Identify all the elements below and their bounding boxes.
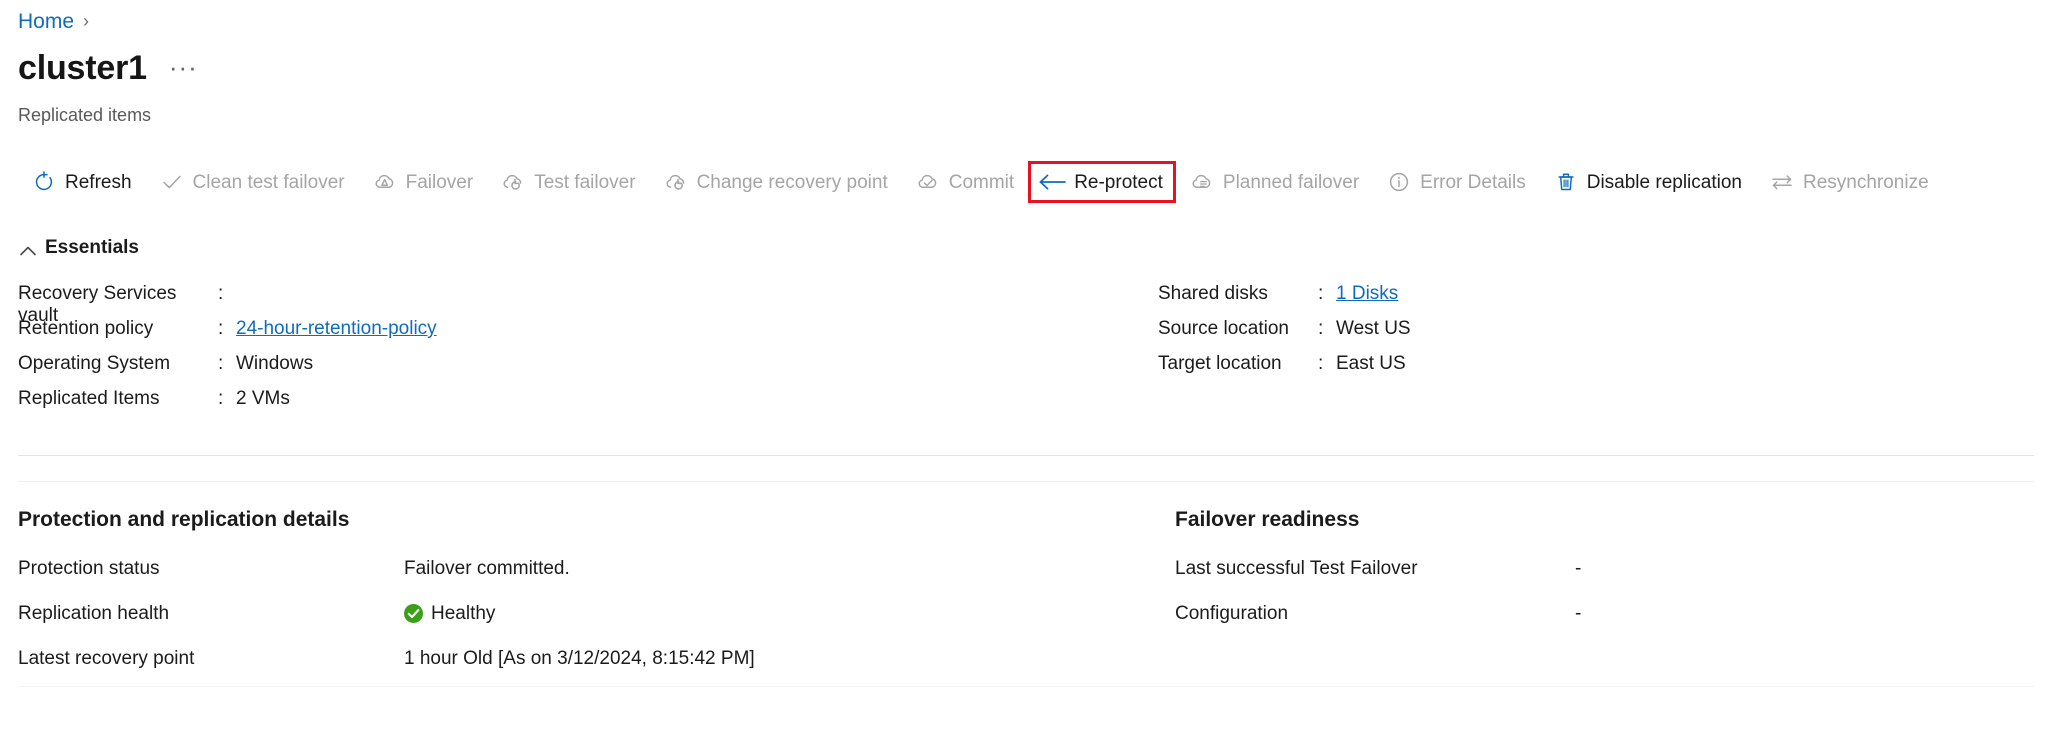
essentials-column-right: Shared disks:1 Disks Source location: West…: [1158, 283, 1411, 423]
essentials-colon: :: [218, 318, 224, 339]
detail-row: Protection status Failover committed.: [18, 546, 1158, 591]
detail-value: -: [1575, 557, 1582, 579]
detail-key: Last successful Test Failover: [1175, 557, 1418, 579]
essentials-value: Windows: [236, 353, 314, 374]
essentials-value: 2 VMs: [236, 388, 290, 409]
cloud-refresh-icon: [501, 170, 525, 194]
essentials-key: Source location: [1158, 318, 1289, 339]
command-error-details: Error Details: [1373, 161, 1540, 203]
detail-key: Configuration: [1175, 602, 1289, 624]
essentials-value-link[interactable]: 24-hour-retention-policy: [236, 318, 437, 340]
info-icon: [1387, 170, 1411, 194]
essentials-toggle[interactable]: Essentials: [20, 237, 139, 259]
essentials-row: Replicated Items:2 VMs: [18, 388, 1158, 423]
essentials-colon: :: [1318, 353, 1324, 374]
command-test-failover: Test failover: [487, 161, 649, 203]
detail-key: Replication health: [18, 602, 170, 624]
failover-readiness-section: Failover readiness Last successful Test …: [1175, 508, 2015, 636]
health-check-icon: [404, 604, 423, 623]
command-re-protect[interactable]: Re-protect: [1028, 161, 1176, 203]
page-subtitle: Replicated items: [18, 105, 152, 125]
refresh-icon: [32, 170, 56, 194]
detail-row: Latest recovery point 1 hour Old [As on 3…: [18, 636, 1158, 681]
essentials-row: Retention policy:24-hour-retention-polic…: [18, 318, 1158, 353]
essentials-key: Retention policy: [18, 318, 154, 339]
protection-details-title: Protection and replication details: [18, 508, 350, 531]
essentials-label: Essentials: [45, 237, 139, 258]
essentials-panel: Recovery Services vault: Retention policy…: [18, 283, 2034, 423]
page-title-row: cluster1 ···: [18, 51, 198, 85]
essentials-key: Replicated Items: [18, 388, 160, 409]
divider: [18, 455, 2034, 456]
command-label: Disable replication: [1586, 171, 1742, 193]
detail-value-wrap: Healthy: [404, 603, 495, 625]
cloud-refresh-icon: [664, 170, 688, 194]
breadcrumb: Home ›: [18, 10, 89, 34]
detail-value-wrap: Failover committed.: [404, 558, 570, 580]
command-disable-replication[interactable]: Disable replication: [1540, 161, 1756, 203]
essentials-colon: :: [218, 283, 224, 304]
essentials-colon: :: [1318, 318, 1324, 339]
trash-icon: [1554, 170, 1578, 194]
detail-row: Configuration -: [1175, 591, 2015, 636]
command-label: Clean test failover: [192, 171, 345, 193]
arrow-left-icon: [1039, 170, 1067, 194]
detail-value: Failover committed.: [404, 557, 570, 579]
cloud-planned-icon: [1190, 170, 1214, 194]
essentials-row: Source location: West US: [1158, 318, 1411, 353]
detail-row: Replication health Healthy: [18, 591, 1158, 636]
command-label: Planned failover: [1222, 171, 1360, 193]
command-label: Failover: [405, 171, 474, 193]
essentials-row: Target location: East US: [1158, 353, 1411, 388]
command-label: Test failover: [534, 171, 636, 193]
sync-arrows-icon: [1770, 170, 1794, 194]
detail-value: 1 hour Old [As on 3/12/2024, 8:15:42 PM]: [404, 647, 755, 669]
essentials-row: Operating System: Windows: [18, 353, 1158, 388]
command-commit: Commit: [902, 161, 1028, 203]
command-refresh[interactable]: Refresh: [18, 161, 146, 203]
more-options-ellipsis-icon[interactable]: ···: [169, 54, 198, 85]
command-failover: Failover: [359, 161, 488, 203]
essentials-column-left: Recovery Services vault: Retention policy…: [18, 283, 1158, 423]
command-label: Commit: [948, 171, 1015, 193]
essentials-key: Shared disks: [1158, 283, 1268, 304]
checkmark-icon: [160, 170, 184, 194]
detail-key: Protection status: [18, 557, 160, 579]
essentials-colon: :: [1318, 283, 1324, 304]
command-label: Change recovery point: [696, 171, 888, 193]
essentials-colon: :: [218, 353, 224, 374]
essentials-value-link[interactable]: 1 Disks: [1336, 283, 1398, 305]
detail-value: Healthy: [431, 602, 496, 624]
protection-details-section: Protection and replication details Prote…: [18, 508, 1158, 681]
command-label: Error Details: [1420, 171, 1526, 193]
chevron-up-icon: [20, 243, 36, 256]
detail-value-wrap: 1 hour Old [As on 3/12/2024, 8:15:42 PM]: [404, 648, 755, 670]
page-title: cluster1: [18, 49, 147, 87]
essentials-key: Operating System: [18, 353, 171, 374]
essentials-row: Shared disks:1 Disks: [1158, 283, 1411, 318]
essentials-row: Recovery Services vault:: [18, 283, 1158, 326]
command-label: Re-protect: [1074, 171, 1163, 193]
command-resynchronize: Resynchronize: [1756, 161, 1943, 203]
cloud-failover-icon: [373, 170, 397, 194]
command-bar: Refresh Clean test failover Failover Test f…: [18, 160, 1943, 204]
command-change-recovery-point: Change recovery point: [650, 161, 902, 203]
essentials-key: Target location: [1158, 353, 1282, 374]
detail-value: -: [1575, 602, 1582, 624]
detail-row: Last successful Test Failover -: [1175, 546, 2015, 591]
command-label: Resynchronize: [1802, 171, 1929, 193]
failover-readiness-title: Failover readiness: [1175, 508, 1360, 531]
breadcrumb-item-home[interactable]: Home: [18, 10, 74, 34]
divider: [18, 481, 2034, 482]
essentials-colon: :: [218, 388, 224, 409]
command-label: Refresh: [65, 171, 132, 193]
divider: [18, 686, 2034, 687]
command-planned-failover: Planned failover: [1176, 161, 1373, 203]
essentials-value: East US: [1336, 353, 1406, 374]
detail-key: Latest recovery point: [18, 647, 195, 669]
essentials-value: West US: [1336, 318, 1411, 339]
chevron-right-icon: ›: [83, 11, 90, 31]
cloud-check-icon: [916, 170, 940, 194]
command-clean-test-failover: Clean test failover: [146, 161, 359, 203]
